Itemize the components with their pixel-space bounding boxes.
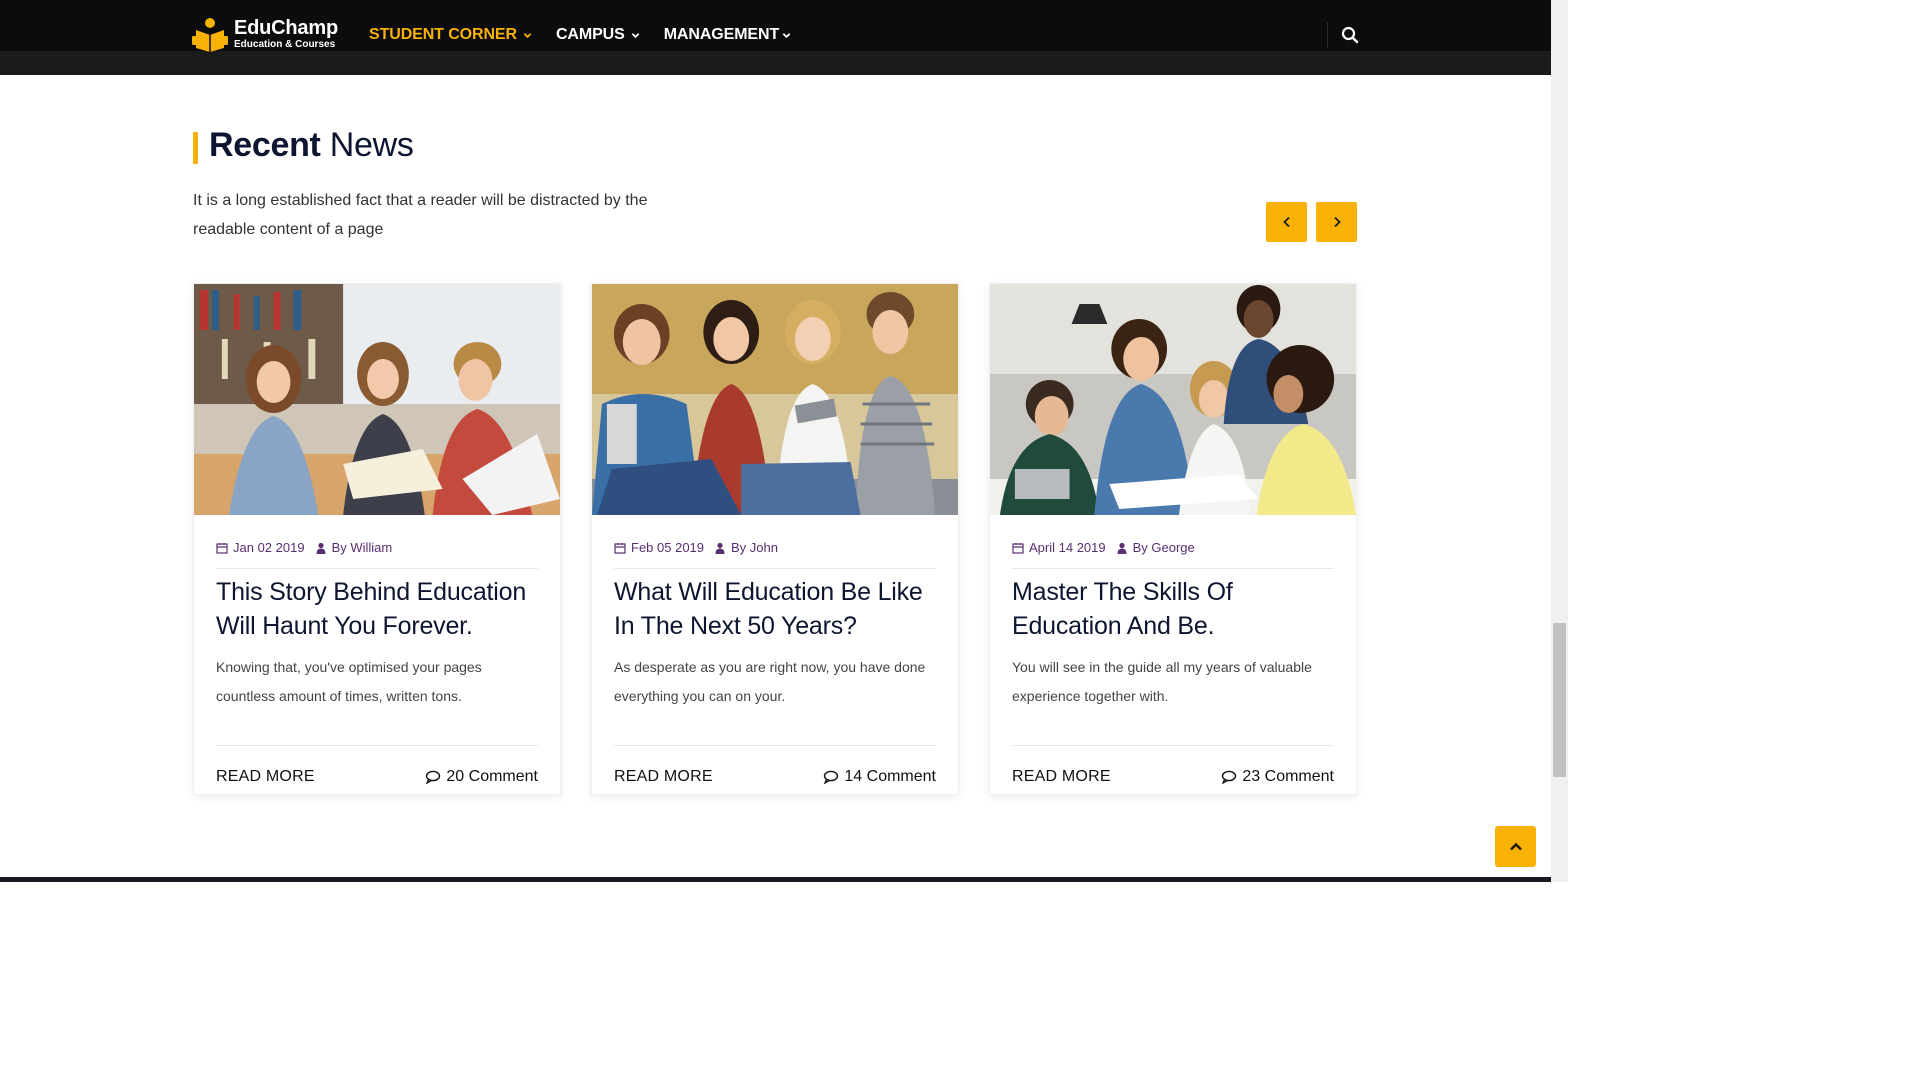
section-title: Recent News bbox=[209, 126, 414, 165]
news-card-author: By George bbox=[1132, 540, 1195, 555]
calendar-icon bbox=[614, 542, 626, 554]
comments-count: 14 Comment bbox=[844, 768, 936, 785]
news-card-date: Feb 05 2019 bbox=[631, 540, 705, 555]
nav-item-student-corner[interactable]: STUDENT CORNER bbox=[369, 26, 532, 44]
read-more-link[interactable]: READ MORE bbox=[1012, 768, 1111, 786]
brand-tagline: Education & Courses bbox=[234, 38, 336, 50]
comments-icon bbox=[1222, 770, 1237, 784]
news-card-author-wrap[interactable]: By William bbox=[315, 540, 393, 555]
chevron-up-icon bbox=[1509, 842, 1522, 850]
news-card-author: By William bbox=[331, 540, 393, 555]
news-card: April 14 2019 By George Master The Skill… bbox=[989, 283, 1357, 795]
comments-count: 20 Comment bbox=[446, 768, 538, 785]
news-card-image[interactable] bbox=[990, 284, 1356, 515]
scrollbar-thumb[interactable] bbox=[1553, 623, 1566, 777]
nav-item-label: STUDENT CORNER bbox=[369, 26, 517, 43]
nav-divider bbox=[1327, 22, 1328, 48]
main-nav: STUDENT CORNER CAMPUS MANAGEMENT bbox=[369, 26, 815, 44]
news-card-meta: Feb 05 2019 By John bbox=[614, 540, 936, 569]
news-card-title[interactable]: What Will Education Be Like In The Next … bbox=[614, 575, 936, 643]
news-card: Feb 05 2019 By John What Will Education … bbox=[591, 283, 959, 795]
news-card-author: By John bbox=[731, 540, 778, 555]
nav-item-management[interactable]: MANAGEMENT bbox=[664, 26, 791, 44]
comments-icon bbox=[824, 770, 839, 784]
section-accent-bar bbox=[193, 132, 198, 164]
news-card-excerpt: You will see in the guide all my years o… bbox=[1012, 653, 1334, 746]
calendar-icon bbox=[1012, 542, 1024, 554]
nav-item-label: MANAGEMENT bbox=[663, 26, 780, 43]
user-icon bbox=[316, 542, 326, 554]
news-card-meta: Jan 02 2019 By William bbox=[216, 540, 538, 569]
read-more-link[interactable]: READ MORE bbox=[614, 768, 713, 786]
back-to-top-button[interactable] bbox=[1495, 826, 1536, 867]
chevron-down-icon bbox=[631, 32, 639, 38]
news-card-date: Jan 02 2019 bbox=[233, 540, 305, 555]
comments-count: 23 Comment bbox=[1242, 768, 1334, 785]
comments-link[interactable]: 14 Comment bbox=[823, 768, 936, 786]
nav-item-label: CAMPUS bbox=[555, 26, 625, 43]
brand-name: EduChamp bbox=[234, 16, 338, 39]
user-icon bbox=[715, 542, 725, 554]
chevron-right-icon bbox=[1333, 216, 1341, 228]
reading-person-logo-icon bbox=[192, 18, 228, 52]
news-card-excerpt: As desperate as you are right now, you h… bbox=[614, 653, 936, 746]
news-card-author-wrap[interactable]: By George bbox=[1116, 540, 1195, 555]
news-card-excerpt: Knowing that, you've optimised your page… bbox=[216, 653, 538, 746]
news-card-date: April 14 2019 bbox=[1029, 540, 1106, 555]
chevron-left-icon bbox=[1282, 216, 1290, 228]
news-card-image[interactable] bbox=[592, 284, 958, 515]
footer-edge bbox=[0, 877, 1551, 882]
carousel-next-button[interactable] bbox=[1316, 202, 1357, 242]
news-card-author-wrap[interactable]: By John bbox=[714, 540, 778, 555]
section-description: It is a long established fact that a rea… bbox=[193, 192, 648, 238]
read-more-link[interactable]: READ MORE bbox=[216, 768, 315, 786]
nav-item-campus[interactable]: CAMPUS bbox=[556, 26, 640, 44]
comments-link[interactable]: 23 Comment bbox=[1221, 768, 1334, 786]
section-title-light: News bbox=[329, 126, 414, 164]
user-icon bbox=[1117, 542, 1127, 554]
news-card-title[interactable]: This Story Behind Education Will Haunt Y… bbox=[216, 575, 538, 643]
comments-icon bbox=[426, 770, 441, 784]
news-card: Jan 02 2019 By William This Story Behind… bbox=[193, 283, 561, 795]
news-card-meta: April 14 2019 By George bbox=[1012, 540, 1334, 569]
carousel-prev-button[interactable] bbox=[1266, 202, 1307, 242]
section-title-bold: Recent bbox=[209, 126, 321, 164]
calendar-icon bbox=[216, 542, 228, 554]
comments-link[interactable]: 20 Comment bbox=[425, 768, 538, 786]
brand-logo[interactable]: EduChamp Education & Courses bbox=[192, 16, 338, 52]
news-card-image[interactable] bbox=[194, 284, 560, 515]
chevron-down-icon bbox=[782, 32, 791, 38]
header-bottom-band bbox=[0, 51, 1551, 75]
search-icon[interactable] bbox=[1340, 25, 1360, 45]
news-card-title[interactable]: Master The Skills Of Education And Be. bbox=[1012, 575, 1334, 643]
chevron-down-icon bbox=[523, 32, 532, 38]
